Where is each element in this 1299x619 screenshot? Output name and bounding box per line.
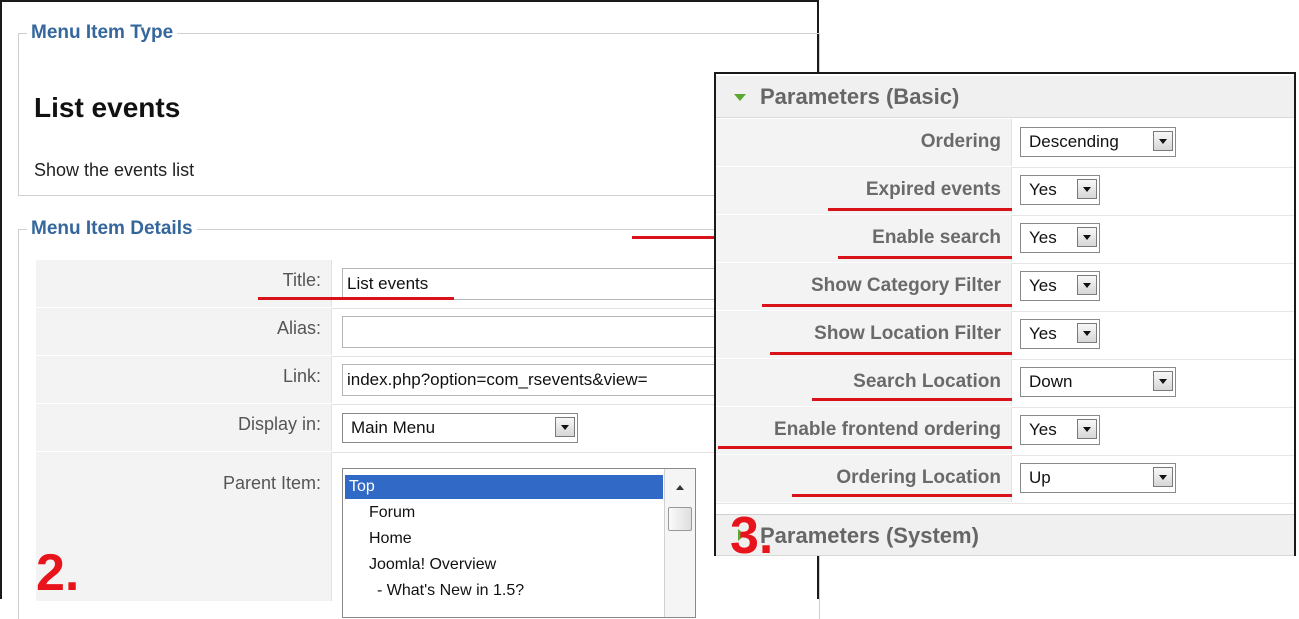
parameters-system-title: Parameters (System) bbox=[760, 523, 979, 548]
chevron-down-icon[interactable] bbox=[1153, 467, 1173, 487]
param-label: Show Category Filter bbox=[716, 263, 1012, 310]
select-value: Yes bbox=[1029, 228, 1057, 247]
menu-item-type-legend: Menu Item Type bbox=[31, 22, 174, 43]
param-label: Expired events bbox=[716, 167, 1012, 214]
enable-search-select[interactable]: Yes bbox=[1020, 223, 1100, 253]
parameters-system-header[interactable]: Parameters (System) bbox=[716, 514, 1294, 556]
alias-label: Alias: bbox=[36, 308, 332, 355]
ordering-location-select[interactable]: Up bbox=[1020, 463, 1176, 493]
parameters-panel: Parameters (Basic) Ordering Descending E… bbox=[714, 72, 1296, 562]
listbox-scrollbar[interactable] bbox=[664, 469, 695, 617]
select-value: Yes bbox=[1029, 420, 1057, 439]
annotation-underline bbox=[838, 256, 1012, 259]
step-marker-3: 3. bbox=[730, 507, 774, 565]
chevron-down-icon[interactable] bbox=[1077, 419, 1097, 439]
menu-item-type-description: Show the events list bbox=[34, 160, 195, 180]
menu-item-type-title: List events bbox=[34, 92, 181, 123]
select-value: Down bbox=[1029, 372, 1073, 391]
show-category-filter-select[interactable]: Yes bbox=[1020, 271, 1100, 301]
param-label: Enable search bbox=[716, 215, 1012, 262]
select-value: Up bbox=[1029, 468, 1051, 487]
chevron-down-icon[interactable] bbox=[1077, 179, 1097, 199]
annotation-underline bbox=[258, 297, 454, 300]
annotation-underline bbox=[812, 398, 1012, 401]
chevron-down-icon[interactable] bbox=[1077, 323, 1097, 343]
parameters-basic-header[interactable]: Parameters (Basic) bbox=[716, 76, 1294, 118]
chevron-down-icon[interactable] bbox=[1077, 227, 1097, 247]
parameters-basic-title: Parameters (Basic) bbox=[760, 84, 960, 109]
parent-item-listbox[interactable]: Top Forum Home Joomla! Overview - What's… bbox=[342, 468, 696, 618]
select-value: Yes bbox=[1029, 180, 1057, 199]
parent-item-option-top[interactable]: Top bbox=[345, 475, 663, 499]
expired-events-select[interactable]: Yes bbox=[1020, 175, 1100, 205]
display-in-row: Display in: Main Menu bbox=[36, 404, 818, 453]
scroll-thumb[interactable] bbox=[668, 507, 692, 531]
parent-item-option[interactable]: - What's New in 1.5? bbox=[377, 579, 524, 603]
chevron-down-icon[interactable] bbox=[555, 417, 575, 437]
parent-item-option[interactable]: Forum bbox=[369, 501, 415, 525]
show-location-filter-select[interactable]: Yes bbox=[1020, 319, 1100, 349]
chevron-down-icon[interactable] bbox=[1153, 371, 1173, 391]
title-row: Title: List events bbox=[36, 260, 818, 309]
display-in-select[interactable]: Main Menu bbox=[342, 413, 578, 443]
param-label: Ordering bbox=[716, 119, 1012, 166]
alias-row: Alias: bbox=[36, 308, 818, 357]
select-value: Descending bbox=[1029, 132, 1119, 151]
param-row-ordering: Ordering Descending bbox=[716, 119, 1294, 168]
chevron-down-icon[interactable] bbox=[1077, 275, 1097, 295]
ordering-select[interactable]: Descending bbox=[1020, 127, 1176, 157]
scroll-up-icon[interactable] bbox=[676, 485, 684, 490]
param-label: Show Location Filter bbox=[716, 311, 1012, 358]
step-marker-2: 2. bbox=[36, 544, 80, 602]
annotation-underline bbox=[718, 446, 1012, 449]
menu-item-details-legend: Menu Item Details bbox=[31, 218, 193, 239]
chevron-down-icon[interactable] bbox=[1153, 131, 1173, 151]
select-value: Yes bbox=[1029, 324, 1057, 343]
annotation-underline bbox=[770, 352, 1012, 355]
parent-item-label: Parent Item: bbox=[36, 452, 332, 601]
parent-item-option[interactable]: Home bbox=[369, 527, 412, 551]
display-in-value: Main Menu bbox=[351, 418, 436, 437]
select-value: Yes bbox=[1029, 276, 1057, 295]
expanded-triangle-icon bbox=[734, 94, 746, 101]
link-row: Link: index.php?option=com_rsevents&view… bbox=[36, 356, 818, 405]
annotation-underline bbox=[762, 304, 1012, 307]
annotation-underline bbox=[792, 494, 1012, 497]
parent-item-option[interactable]: Joomla! Overview bbox=[369, 553, 496, 577]
search-location-select[interactable]: Down bbox=[1020, 367, 1176, 397]
annotation-underline bbox=[828, 208, 1012, 211]
display-in-label: Display in: bbox=[36, 404, 332, 451]
enable-frontend-ordering-select[interactable]: Yes bbox=[1020, 415, 1100, 445]
link-label: Link: bbox=[36, 356, 332, 403]
